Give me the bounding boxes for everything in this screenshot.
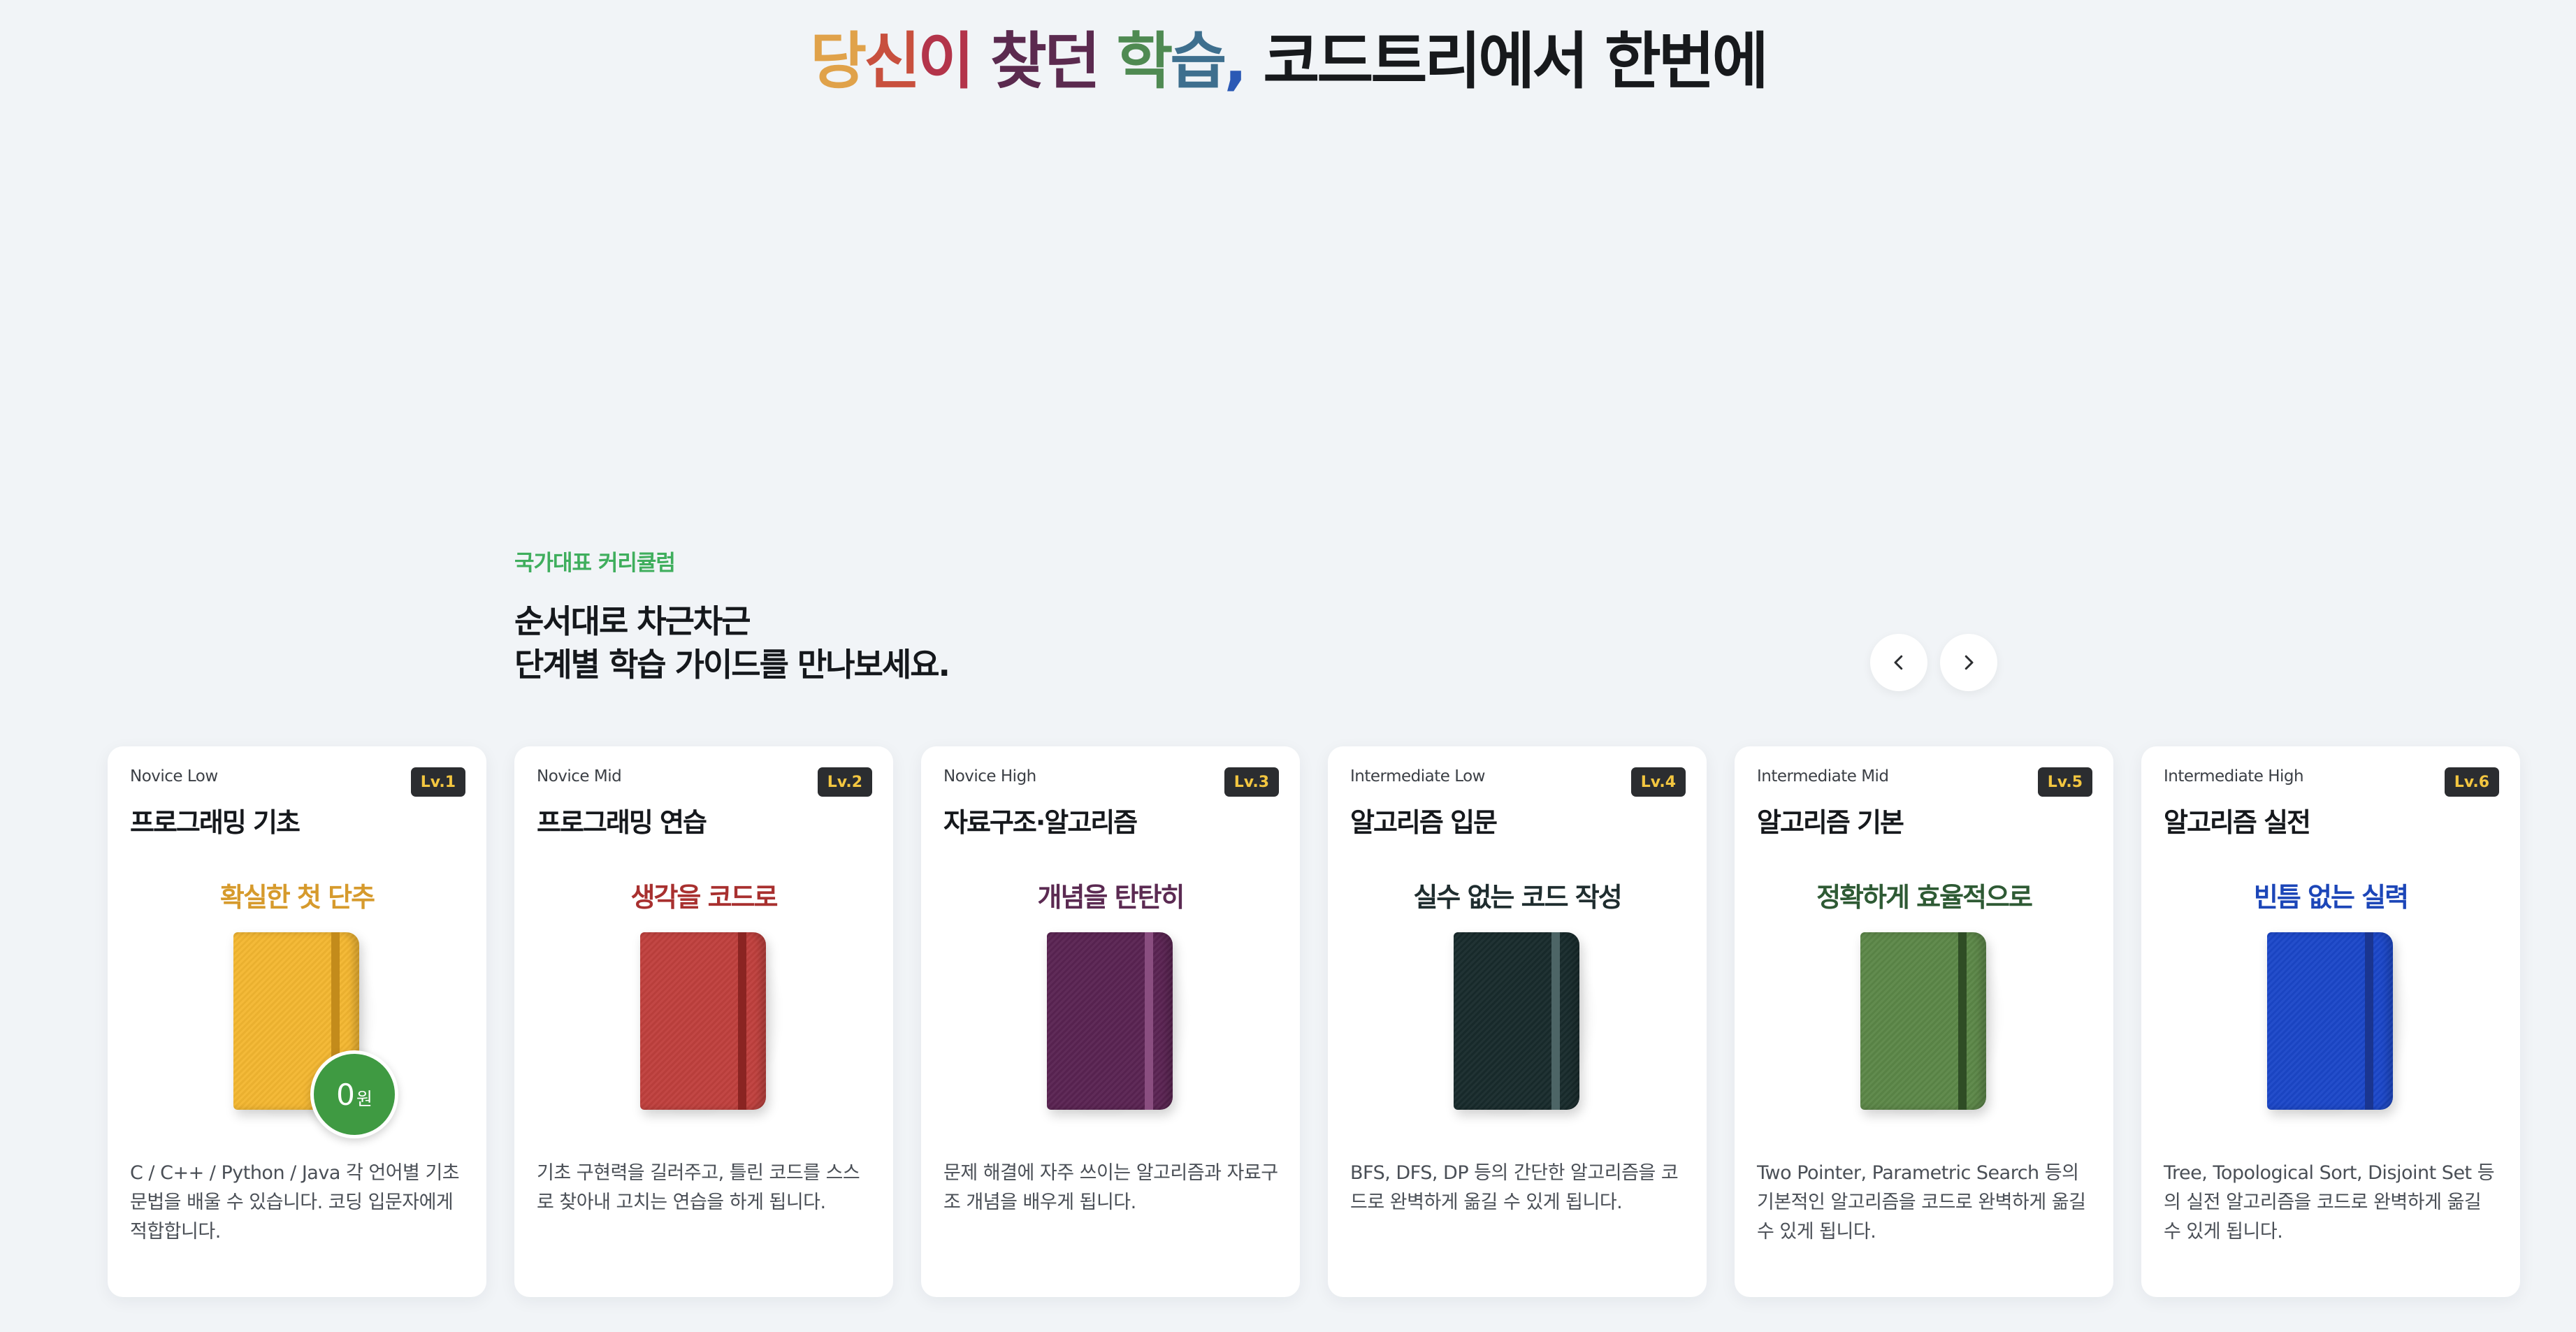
hero-part: 코드트리에서 한번에 <box>1263 25 1768 97</box>
notebook-illustration <box>2267 932 2419 1128</box>
section-eyebrow: 국가대표 커리큘럼 <box>514 551 676 576</box>
hero-part: 습 <box>1170 25 1227 97</box>
card-description: 기초 구현력을 길러주고, 틀린 코드를 스스로 찾아내 고치는 연습을 하게 … <box>537 1162 860 1213</box>
curriculum-card-lv2[interactable]: Novice Mid Lv.2 프로그래밍 연습 생각을 코드로 기초 구현력을… <box>514 746 893 1297</box>
page: 당신이 찾던 학습, 코드트리에서 한번에 국가대표 커리큘럼 순서대로 차근차… <box>0 0 2576 1332</box>
level-badge: Lv.5 <box>2037 767 2092 797</box>
curriculum-card-lv6[interactable]: Intermediate High Lv.6 알고리즘 실전 빈틈 없는 실력 … <box>2141 746 2520 1297</box>
card-description: BFS, DFS, DP 등의 간단한 알고리즘을 코드로 완벽하게 옮길 수 … <box>1350 1162 1679 1213</box>
level-badge: Lv.1 <box>410 767 465 797</box>
card-level-name: Novice Mid <box>537 767 622 786</box>
price-badge: 0원 <box>310 1050 398 1138</box>
hero-part: , <box>1224 25 1264 97</box>
level-badge: Lv.6 <box>2444 767 2499 797</box>
chevron-right-icon <box>1964 655 1974 670</box>
card-title: 알고리즘 입문 <box>1350 807 1498 838</box>
card-title: 알고리즘 실전 <box>2164 807 2311 838</box>
curriculum-card-lv5[interactable]: Intermediate Mid Lv.5 알고리즘 기본 정확하게 효율적으로… <box>1735 746 2113 1297</box>
card-title: 알고리즘 기본 <box>1757 807 1904 838</box>
level-badge: Lv.3 <box>1224 767 1279 797</box>
card-level-name: Novice Low <box>130 767 218 786</box>
curriculum-card-list: Novice Low Lv.1 프로그래밍 기초 확실한 첫 단추 0원 C /… <box>108 746 2526 1297</box>
notebook-illustration <box>1047 932 1199 1128</box>
notebook-illustration <box>640 932 793 1128</box>
card-level-name: Intermediate Low <box>1350 767 1486 786</box>
curriculum-card-lv1[interactable]: Novice Low Lv.1 프로그래밍 기초 확실한 첫 단추 0원 C /… <box>108 746 486 1297</box>
level-badge: Lv.4 <box>1630 767 1686 797</box>
notebook-illustration <box>1454 932 1606 1128</box>
carousel-prev-button[interactable] <box>1870 634 1927 691</box>
card-description: 문제 해결에 자주 쓰이는 알고리즘과 자료구조 개념을 배우게 됩니다. <box>943 1162 1278 1213</box>
card-description: Two Pointer, Parametric Search 등의 기본적인 알… <box>1757 1162 2086 1243</box>
carousel-next-button[interactable] <box>1940 634 1997 691</box>
hero-part: 찾던 <box>990 25 1117 97</box>
card-description: C / C++ / Python / Java 각 언어별 기초 문법을 배울 … <box>130 1162 460 1243</box>
chevron-left-icon <box>1894 655 1903 670</box>
card-tagline: 실수 없는 코드 작성 <box>1413 882 1622 913</box>
card-title: 프로그래밍 연습 <box>537 807 707 838</box>
hero-part: 학 <box>1116 25 1173 97</box>
card-tagline: 정확하게 효율적으로 <box>1816 882 2033 913</box>
hero-part: 당 <box>810 25 867 97</box>
headline-line: 단계별 학습 가이드를 만나보세요. <box>514 646 950 683</box>
card-tagline: 확실한 첫 단추 <box>219 882 375 913</box>
hero-part: 신 <box>864 25 920 97</box>
card-title: 자료구조·알고리즘 <box>943 807 1138 838</box>
curriculum-card-lv3[interactable]: Novice High Lv.3 자료구조·알고리즘 개념을 탄탄히 문제 해결… <box>921 746 1300 1297</box>
notebook-illustration <box>1860 932 2013 1128</box>
card-tagline: 생각을 코드로 <box>630 882 779 913</box>
card-level-name: Novice High <box>943 767 1036 786</box>
curriculum-card-lv4[interactable]: Intermediate Low Lv.4 알고리즘 입문 실수 없는 코드 작… <box>1328 746 1707 1297</box>
price-unit: 원 <box>356 1089 372 1109</box>
headline-line: 순서대로 차근차근 <box>514 602 751 640</box>
card-description: Tree, Topological Sort, Disjoint Set 등의 … <box>2164 1162 2495 1243</box>
hero-part: 이 <box>918 25 990 97</box>
section-headline: 순서대로 차근차근 단계별 학습 가이드를 만나보세요. <box>514 600 950 686</box>
hero-title: 당신이 찾던 학습, 코드트리에서 한번에 <box>0 27 2576 96</box>
card-tagline: 개념을 탄탄히 <box>1037 882 1185 913</box>
card-level-name: Intermediate High <box>2164 767 2304 786</box>
card-tagline: 빈틈 없는 실력 <box>2253 882 2409 913</box>
level-badge: Lv.2 <box>817 767 872 797</box>
card-title: 프로그래밍 기초 <box>130 807 301 838</box>
card-level-name: Intermediate Mid <box>1757 767 1889 786</box>
price-value: 0 <box>336 1078 355 1112</box>
